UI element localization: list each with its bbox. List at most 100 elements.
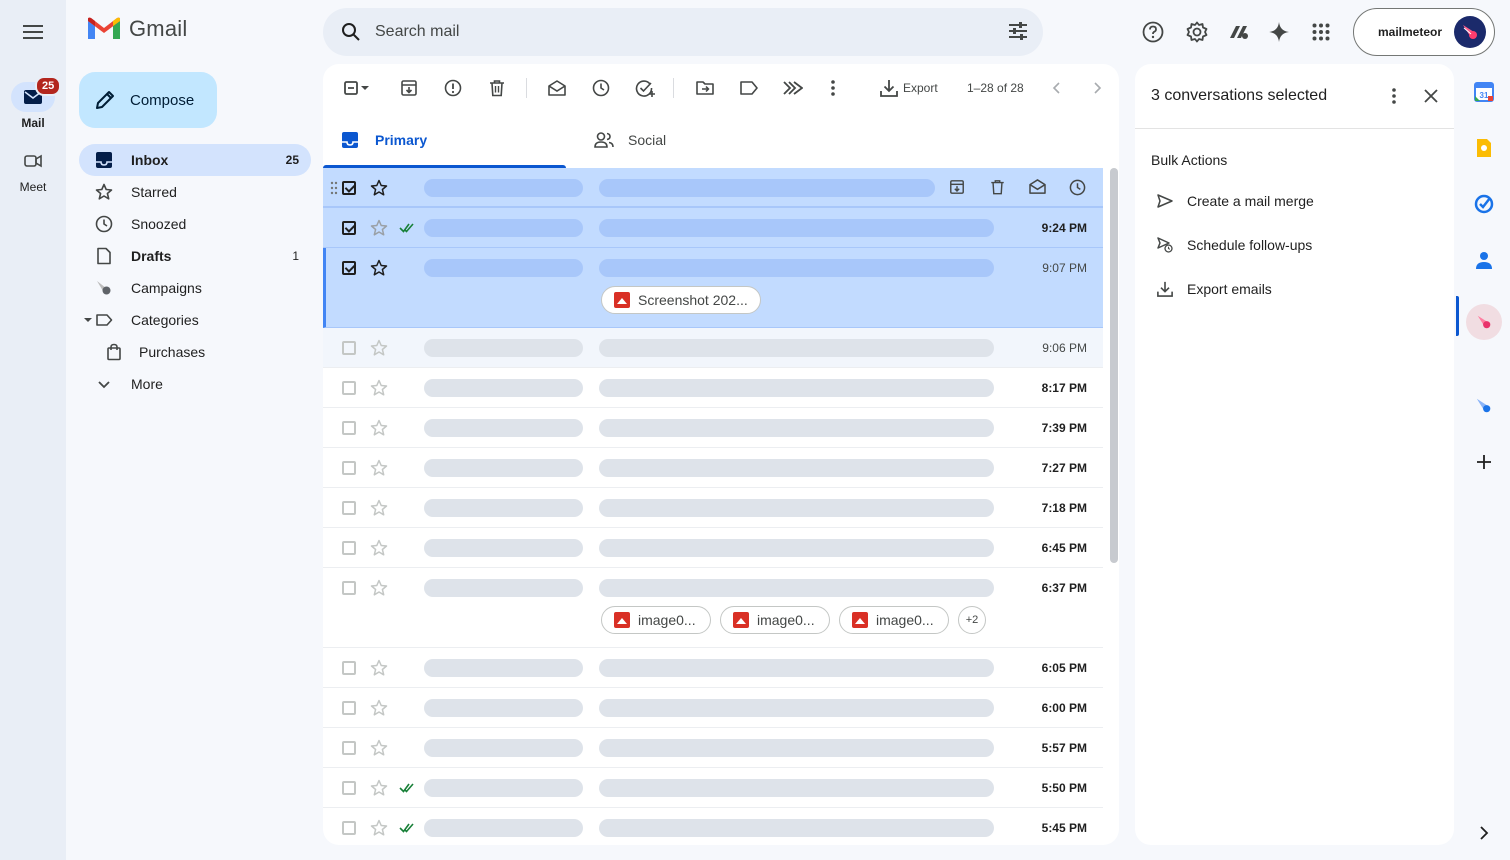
table-row[interactable]: 5:57 PM [323,728,1103,768]
star-icon[interactable] [370,699,388,717]
search-button[interactable] [337,18,365,46]
star-icon[interactable] [370,379,388,397]
row-checkbox[interactable] [342,381,356,395]
table-row[interactable]: 8:17 PM [323,368,1103,408]
row-checkbox[interactable] [342,341,356,355]
send-mail-merge-button[interactable] [781,76,805,100]
row-checkbox[interactable] [342,821,356,835]
clock-icon[interactable] [1069,179,1086,196]
sidebar-item-categories[interactable]: Categories [79,304,311,336]
contacts-addon[interactable] [1472,248,1496,272]
star-icon[interactable] [370,219,388,237]
support-button[interactable] [1137,16,1169,48]
table-row[interactable]: 9:07 PM Screenshot 202... [323,248,1103,328]
row-checkbox[interactable] [342,221,356,235]
archive-button[interactable] [397,76,421,100]
meteor-addon[interactable] [1472,394,1496,418]
add-to-tasks-button[interactable] [633,76,657,100]
table-row[interactable]: 5:50 PM [323,768,1103,808]
row-checkbox[interactable] [342,541,356,555]
table-row[interactable]: 7:27 PM [323,448,1103,488]
row-checkbox[interactable] [342,661,356,675]
account-switcher[interactable]: mailmeteor [1353,8,1495,56]
star-icon[interactable] [370,459,388,477]
row-checkbox[interactable] [342,741,356,755]
tab-primary[interactable]: Primary [323,116,566,168]
create-mail-merge-action[interactable]: Create a mail merge [1157,189,1314,213]
tab-social[interactable]: Social [576,116,819,168]
get-addons-button[interactable] [1472,450,1496,474]
archive-icon[interactable] [949,179,965,195]
star-icon[interactable] [370,339,388,357]
labels-button[interactable] [737,76,761,100]
star-icon[interactable] [370,739,388,757]
more-vert-icon[interactable] [1392,88,1396,104]
table-row[interactable]: 6:37 PM image0... image0... image0... +2 [323,568,1103,648]
newer-page-button[interactable] [1045,76,1069,100]
mailmeteor-addon[interactable] [1466,304,1502,340]
sidebar-item-drafts[interactable]: Drafts 1 [79,240,311,272]
row-checkbox[interactable] [342,781,356,795]
sidebar-item-starred[interactable]: Starred [79,176,311,208]
star-icon[interactable] [370,179,388,197]
star-icon[interactable] [370,539,388,557]
search-options-button[interactable] [1007,20,1029,42]
star-icon[interactable] [370,419,388,437]
trash-icon[interactable] [990,179,1005,195]
star-icon[interactable] [370,579,388,597]
sidebar-item-inbox[interactable]: Inbox 25 [79,144,311,176]
row-checkbox[interactable] [342,581,356,595]
show-side-panel-button[interactable] [1472,821,1496,845]
gmail-logo[interactable]: Gmail [88,16,187,42]
table-row[interactable]: 7:18 PM [323,488,1103,528]
settings-button[interactable] [1181,16,1213,48]
sidebar-item-more[interactable]: More [79,368,311,400]
snooze-button[interactable] [589,76,613,100]
export-icon-button[interactable] [877,76,901,100]
search-input[interactable] [375,23,975,41]
row-checkbox[interactable] [342,461,356,475]
star-icon[interactable] [370,779,388,797]
table-row[interactable]: 5:45 PM [323,808,1103,845]
calendar-addon[interactable]: 31 [1472,80,1496,104]
export-button[interactable]: Export [903,81,938,95]
keep-addon[interactable] [1472,136,1496,160]
table-row[interactable]: 9:24 PM [323,208,1103,248]
google-apps-button[interactable] [1305,16,1337,48]
attachment-chip[interactable]: image0... [601,606,711,634]
row-checkbox[interactable] [342,421,356,435]
table-row[interactable] [323,168,1103,208]
more-attachments-chip[interactable]: +2 [958,606,986,634]
export-emails-action[interactable]: Export emails [1157,277,1272,301]
compose-button[interactable]: Compose [79,72,217,128]
mark-as-read-button[interactable] [545,76,569,100]
close-icon[interactable] [1424,89,1438,103]
sidebar-item-campaigns[interactable]: Campaigns [79,272,311,304]
gemini-button[interactable] [1263,16,1295,48]
star-icon[interactable] [370,499,388,517]
attachment-chip[interactable]: Screenshot 202... [601,286,761,314]
row-checkbox[interactable] [342,181,356,195]
rail-meet[interactable]: Meet [0,146,66,194]
sidebar-item-purchases[interactable]: Purchases [79,336,311,368]
move-to-button[interactable] [693,76,717,100]
select-dropdown-button[interactable] [359,76,371,100]
tasks-addon[interactable] [1472,192,1496,216]
report-spam-button[interactable] [441,76,465,100]
schedule-follow-ups-action[interactable]: Schedule follow-ups [1157,233,1312,257]
table-row[interactable]: 6:05 PM [323,648,1103,688]
main-menu-button[interactable] [13,12,53,52]
attachment-chip[interactable]: image0... [839,606,949,634]
search-bar[interactable] [323,8,1043,56]
drag-handle-icon[interactable] [330,181,338,195]
table-row[interactable]: 6:00 PM [323,688,1103,728]
star-icon[interactable] [370,659,388,677]
row-checkbox[interactable] [342,501,356,515]
mail-open-icon[interactable] [1029,179,1046,194]
delete-button[interactable] [485,76,509,100]
table-row[interactable]: 6:45 PM [323,528,1103,568]
row-checkbox[interactable] [342,701,356,715]
rail-mail[interactable]: 25 Mail [0,76,66,130]
list-scrollbar[interactable] [1110,168,1118,563]
row-checkbox[interactable] [342,261,356,275]
